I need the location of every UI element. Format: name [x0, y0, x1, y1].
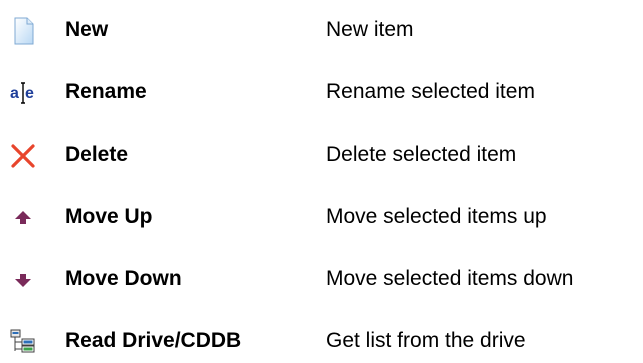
- rename-text-cursor-icon: a e: [8, 78, 38, 108]
- command-description-new: New item: [326, 18, 414, 41]
- command-label-rename: Rename: [65, 80, 147, 103]
- command-description-delete: Delete selected item: [326, 143, 517, 166]
- command-description-move-down: Move selected items down: [326, 267, 574, 290]
- command-label-read-drive: Read Drive/CDDB: [65, 329, 242, 352]
- delete-x-icon: [8, 141, 38, 171]
- drive-tree-icon: [8, 327, 38, 357]
- rename-icon-letter-a: a: [10, 85, 19, 102]
- command-row-rename: a e Rename Rename selected item: [0, 70, 643, 114]
- command-row-new: New New item: [0, 8, 643, 52]
- command-description-read-drive: Get list from the drive: [326, 329, 526, 352]
- rename-icon-letter-e: e: [25, 85, 34, 102]
- command-label-new: New: [65, 18, 109, 41]
- command-legend-list: New New item a e Rename Rename selected …: [0, 0, 643, 358]
- command-row-delete: Delete Delete selected item: [0, 133, 643, 177]
- command-row-read-drive: Read Drive/CDDB Get list from the drive: [0, 319, 643, 363]
- arrow-up-icon: [8, 203, 38, 233]
- command-label-move-up: Move Up: [65, 205, 153, 228]
- new-document-icon: [8, 16, 38, 46]
- command-label-delete: Delete: [65, 143, 129, 166]
- arrow-down-icon: [8, 265, 38, 295]
- command-label-move-down: Move Down: [65, 267, 182, 290]
- command-row-move-down: Move Down Move selected items down: [0, 257, 643, 301]
- command-row-move-up: Move Up Move selected items up: [0, 195, 643, 239]
- command-description-move-up: Move selected items up: [326, 205, 547, 228]
- command-description-rename: Rename selected item: [326, 80, 535, 103]
